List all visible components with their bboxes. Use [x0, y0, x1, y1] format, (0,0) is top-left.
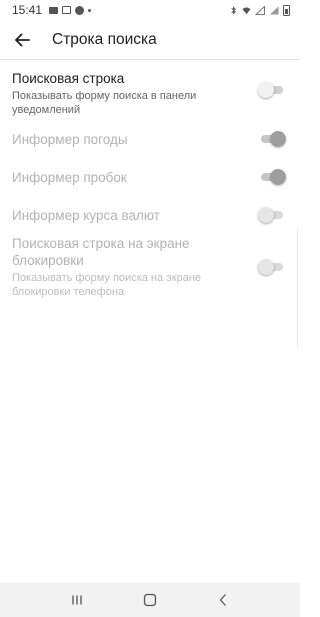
setting-row-traffic-informer[interactable]: Информер пробок — [0, 158, 300, 196]
back-button[interactable] — [8, 26, 36, 54]
page-title: Строка поиска — [52, 30, 157, 48]
traffic-informer-toggle[interactable] — [258, 169, 286, 185]
weather-informer-toggle[interactable] — [258, 131, 286, 147]
recents-button[interactable] — [62, 585, 92, 615]
setting-subtitle: Показывать форму поиска на экране блокир… — [12, 272, 202, 298]
setting-text: Информер курса валют — [12, 207, 286, 224]
app-header: Строка поиска — [0, 20, 300, 60]
toggle-thumb — [270, 169, 286, 185]
status-time: 15:41 — [12, 3, 43, 17]
setting-title: Информер пробок — [12, 169, 127, 185]
recents-icon — [72, 595, 82, 605]
setting-text: Информер пробок — [12, 169, 286, 186]
wifi-icon — [242, 6, 251, 14]
home-icon — [143, 593, 157, 607]
setting-row-weather-informer[interactable]: Информер погоды — [0, 120, 300, 158]
setting-row-search-bar[interactable]: Поисковая строка Показывать форму поиска… — [0, 60, 300, 120]
call-icon — [75, 5, 85, 15]
setting-title: Поисковая строка на экране блокировки — [12, 236, 190, 268]
status-bar-left: 15:41 — [12, 3, 92, 17]
gallery-icon — [62, 6, 72, 14]
setting-subtitle: Показывать форму поиска в панели уведомл… — [12, 89, 197, 116]
setting-title: Поисковая строка — [12, 70, 125, 86]
settings-list: Поисковая строка Показывать форму поиска… — [0, 60, 300, 300]
home-button[interactable] — [135, 585, 165, 615]
lockscreen-search-toggle[interactable] — [258, 259, 286, 275]
signal-icon — [255, 5, 265, 15]
battery-icon — [283, 4, 290, 16]
status-bar: 15:41 — [0, 0, 300, 20]
more-notifications-icon — [88, 8, 92, 12]
setting-title: Информер погоды — [12, 131, 128, 147]
toggle-thumb — [258, 259, 274, 275]
bluetooth-icon — [231, 5, 236, 15]
setting-text: Поисковая строка на экране блокировки По… — [12, 235, 286, 299]
status-bar-right — [229, 4, 290, 16]
search-bar-toggle[interactable] — [258, 82, 286, 98]
toggle-thumb — [258, 207, 274, 223]
setting-row-currency-informer[interactable]: Информер курса валют — [0, 196, 300, 234]
back-chevron-icon — [220, 594, 227, 606]
navigation-bar — [0, 583, 300, 617]
signal-2-icon — [270, 6, 279, 14]
arrow-left-icon — [15, 33, 30, 46]
currency-informer-toggle[interactable] — [258, 207, 286, 223]
setting-text: Информер погоды — [12, 131, 286, 148]
nav-back-button[interactable] — [208, 585, 238, 615]
message-icon — [49, 6, 59, 14]
setting-text: Поисковая строка Показывать форму поиска… — [12, 70, 286, 117]
setting-row-lockscreen-search[interactable]: Поисковая строка на экране блокировки По… — [0, 234, 300, 300]
toggle-thumb — [270, 131, 286, 147]
setting-title: Информер курса валют — [12, 207, 160, 223]
edge-panel-handle[interactable] — [297, 228, 300, 348]
toggle-thumb — [258, 82, 274, 98]
